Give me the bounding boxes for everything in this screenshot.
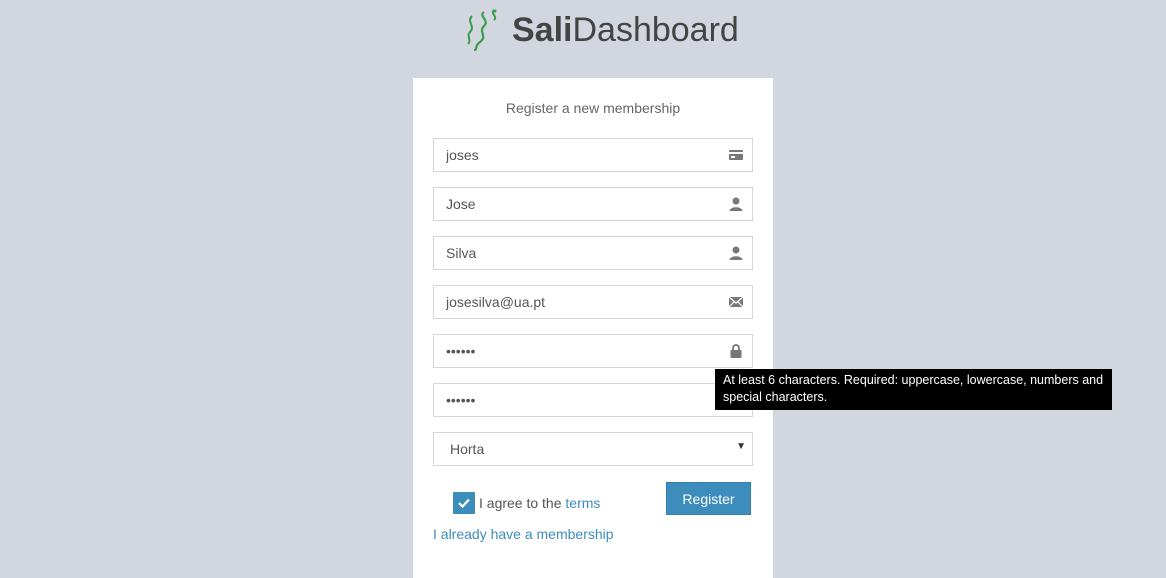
location-select-value: Horta	[450, 441, 485, 457]
logo-text-bold: Sali	[512, 10, 573, 49]
password-tooltip: At least 6 characters. Required: upperca…	[715, 369, 1112, 410]
terms-link[interactable]: terms	[565, 495, 600, 511]
agree-prefix: I agree to the	[479, 495, 566, 511]
last-name-input[interactable]	[434, 237, 716, 269]
first-name-input[interactable]	[434, 188, 716, 220]
check-icon	[458, 498, 470, 509]
username-input[interactable]	[434, 139, 716, 171]
caret-down-icon: ▼	[736, 441, 746, 452]
agree-terms: I agree to the terms	[453, 492, 600, 514]
last-name-field	[433, 236, 753, 270]
member-login-link[interactable]: I already have a membership	[433, 526, 614, 542]
logo-icon	[467, 9, 497, 52]
logo-text-light: Dashboard	[572, 10, 739, 49]
logo-text: SaliDashboard	[512, 11, 739, 50]
register-button[interactable]: Register	[666, 482, 751, 515]
register-message: Register a new membership	[505, 100, 681, 116]
agree-checkbox[interactable]	[453, 492, 475, 514]
email-field	[433, 285, 753, 319]
password-confirm-field	[433, 383, 753, 417]
email-input[interactable]	[434, 286, 716, 318]
location-select[interactable]: Horta ▼	[433, 432, 753, 466]
id-card-icon	[728, 147, 744, 163]
lock-icon	[728, 343, 744, 359]
first-name-field	[433, 187, 753, 221]
register-box: Register a new membership Horta	[413, 78, 773, 578]
password-field	[433, 334, 753, 368]
user-icon	[728, 245, 744, 261]
username-field	[433, 138, 753, 172]
password-input[interactable]	[434, 335, 716, 367]
envelope-icon	[728, 294, 744, 310]
agree-label: I agree to the terms	[479, 495, 600, 511]
password-confirm-input[interactable]	[434, 384, 716, 416]
logo: SaliDashboard	[464, 8, 739, 52]
user-icon	[728, 196, 744, 212]
